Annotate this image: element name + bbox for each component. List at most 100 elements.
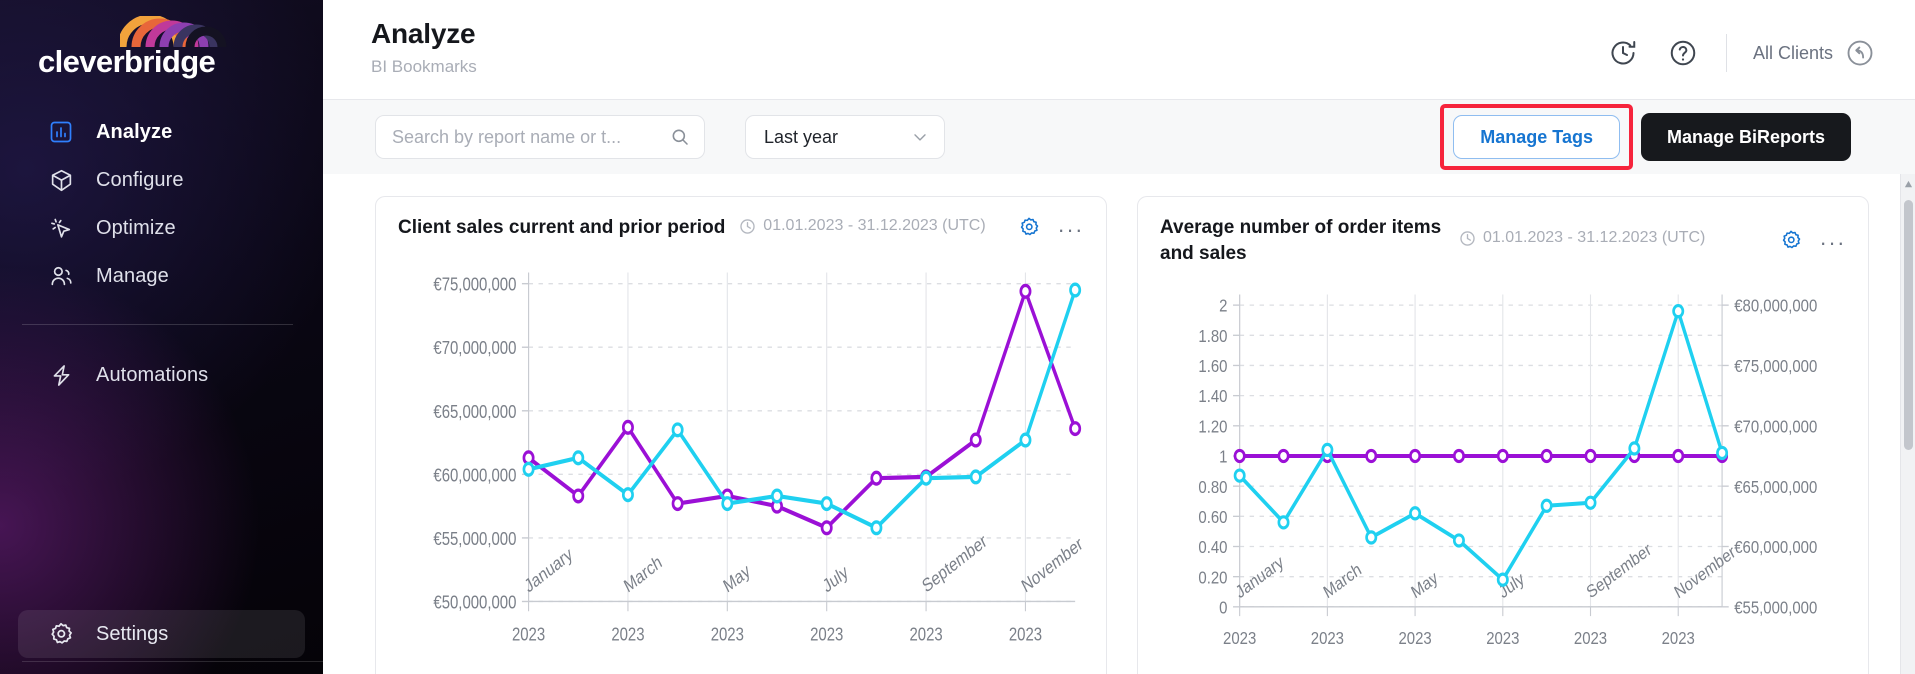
sidebar: cleverbridge Analyze Configure Optimize … bbox=[0, 0, 323, 674]
search-box[interactable] bbox=[375, 115, 705, 159]
cursor-sparkle-icon bbox=[48, 215, 74, 241]
svg-text:2023: 2023 bbox=[909, 624, 942, 645]
bar-chart-icon bbox=[48, 119, 74, 145]
svg-text:€50,000,000: €50,000,000 bbox=[433, 592, 516, 613]
svg-text:2023: 2023 bbox=[1662, 629, 1695, 649]
card-date-range-text: 01.01.2023 - 31.12.2023 (UTC) bbox=[763, 217, 986, 234]
sidebar-item-manage[interactable]: Manage bbox=[18, 252, 305, 300]
report-card-client-sales: Client sales current and prior period 01… bbox=[375, 196, 1107, 674]
question-circle-icon[interactable] bbox=[1666, 36, 1700, 70]
svg-text:€65,000,000: €65,000,000 bbox=[1734, 478, 1817, 498]
manage-bireports-button[interactable]: Manage BiReports bbox=[1640, 113, 1851, 161]
svg-text:September: September bbox=[1584, 540, 1655, 603]
sidebar-nav: Analyze Configure Optimize Manage Automa… bbox=[0, 108, 323, 399]
card-title: Client sales current and prior period bbox=[398, 217, 726, 238]
chart-svg: €50,000,000 €55,000,000 €60,000,000 €65,000… bbox=[433, 272, 1084, 645]
svg-text:July: July bbox=[820, 561, 852, 597]
svg-text:2023: 2023 bbox=[810, 624, 843, 645]
card-date-range: 01.01.2023 - 31.12.2023 (UTC) bbox=[1459, 229, 1705, 247]
svg-text:0.60: 0.60 bbox=[1198, 508, 1227, 528]
page-scrollbar[interactable] bbox=[1900, 174, 1915, 674]
manage-tags-button[interactable]: Manage Tags bbox=[1453, 115, 1620, 159]
chevron-down-icon bbox=[914, 134, 926, 141]
scrollbar-thumb[interactable] bbox=[1904, 200, 1913, 450]
chart-client-sales: €50,000,000 €55,000,000 €60,000,000 €65,000… bbox=[398, 253, 1084, 674]
sidebar-item-settings[interactable]: Settings bbox=[18, 610, 305, 658]
svg-text:€70,000,000: €70,000,000 bbox=[433, 338, 516, 359]
svg-text:1.80: 1.80 bbox=[1198, 327, 1227, 347]
top-divider bbox=[1725, 34, 1727, 72]
chart-y-axis-left: 0 0.20 0.40 0.60 0.80 1 1.20 1.40 1.60 1.80 2 bbox=[1198, 294, 1241, 618]
svg-text:May: May bbox=[720, 560, 753, 597]
report-card-avg-order-items: Average number of order items and sales … bbox=[1137, 196, 1869, 674]
svg-text:2023: 2023 bbox=[1223, 629, 1256, 649]
svg-text:2023: 2023 bbox=[1398, 629, 1431, 649]
chart-series bbox=[1233, 304, 1729, 588]
more-horizontal-icon[interactable]: ··· bbox=[1820, 231, 1846, 253]
bookmarks-grid: Client sales current and prior period 01… bbox=[323, 174, 1915, 674]
svg-text:November: November bbox=[1671, 542, 1738, 602]
svg-text:2023: 2023 bbox=[512, 624, 545, 645]
main-area: Analyze BI Bookmarks All Clients Search … bbox=[323, 0, 1915, 674]
search-input[interactable] bbox=[392, 126, 662, 148]
chart-y-axis: €50,000,000 €55,000,000 €60,000,000 €65,000… bbox=[433, 272, 530, 613]
search-icon[interactable] bbox=[670, 127, 690, 147]
svg-text:€65,000,000: €65,000,000 bbox=[433, 401, 516, 422]
chart-y-axis-right: €55,000,000 €60,000,000 €65,000,000 €70,000… bbox=[1721, 294, 1817, 618]
svg-text:€70,000,000: €70,000,000 bbox=[1734, 418, 1817, 438]
svg-text:€60,000,000: €60,000,000 bbox=[1734, 538, 1817, 558]
sidebar-item-automations[interactable]: Automations bbox=[18, 351, 305, 399]
scroll-up-arrow-icon[interactable] bbox=[1904, 180, 1913, 189]
svg-text:1.20: 1.20 bbox=[1198, 418, 1227, 438]
svg-text:2: 2 bbox=[1219, 297, 1227, 317]
all-clients-switcher[interactable]: All Clients bbox=[1753, 38, 1875, 68]
svg-text:November: November bbox=[1018, 533, 1084, 597]
cube-icon bbox=[48, 167, 74, 193]
chart-x-axis: January2023March2023May2023July2023Septe… bbox=[512, 530, 1084, 645]
period-select-value: Last year bbox=[764, 126, 839, 147]
clock-history-icon[interactable] bbox=[1606, 36, 1640, 70]
svg-text:2023: 2023 bbox=[611, 624, 644, 645]
manage-tags-highlight: Manage Tags bbox=[1440, 104, 1633, 170]
sidebar-divider bbox=[22, 324, 293, 325]
svg-text:0.80: 0.80 bbox=[1198, 478, 1227, 498]
svg-text:0.20: 0.20 bbox=[1198, 568, 1227, 588]
all-clients-label: All Clients bbox=[1752, 42, 1833, 63]
title-block: Analyze BI Bookmarks bbox=[349, 18, 477, 77]
gear-icon[interactable] bbox=[1780, 229, 1802, 256]
svg-text:1.60: 1.60 bbox=[1198, 357, 1227, 377]
period-select[interactable]: Last year bbox=[745, 115, 945, 159]
back-arrow-circle-icon bbox=[1847, 40, 1873, 66]
card-date-range-text: 01.01.2023 - 31.12.2023 (UTC) bbox=[1483, 229, 1706, 246]
svg-text:€60,000,000: €60,000,000 bbox=[433, 465, 516, 486]
sidebar-item-optimize[interactable]: Optimize bbox=[18, 204, 305, 252]
sidebar-item-analyze[interactable]: Analyze bbox=[18, 108, 305, 156]
sidebar-bottom-divider bbox=[22, 661, 323, 662]
top-actions: All Clients bbox=[1606, 18, 1889, 72]
page-title: Analyze bbox=[371, 18, 476, 49]
top-bar: Analyze BI Bookmarks All Clients bbox=[323, 0, 1915, 100]
sidebar-item-label: Automations bbox=[96, 363, 209, 386]
logo[interactable]: cleverbridge bbox=[0, 0, 323, 92]
gear-icon[interactable] bbox=[1018, 216, 1040, 243]
svg-text:2023: 2023 bbox=[711, 624, 744, 645]
sidebar-item-label: Optimize bbox=[96, 216, 176, 239]
svg-text:€80,000,000: €80,000,000 bbox=[1734, 297, 1817, 317]
more-horizontal-icon[interactable]: ··· bbox=[1058, 218, 1084, 240]
sidebar-item-label: Configure bbox=[96, 168, 184, 191]
svg-text:January: January bbox=[522, 543, 576, 597]
card-title: Average number of order items and sales bbox=[1160, 217, 1442, 264]
svg-text:May: May bbox=[1408, 568, 1441, 603]
svg-text:€75,000,000: €75,000,000 bbox=[433, 274, 516, 295]
card-actions: ··· bbox=[1018, 216, 1084, 243]
sidebar-item-configure[interactable]: Configure bbox=[18, 156, 305, 204]
svg-text:€75,000,000: €75,000,000 bbox=[1734, 357, 1817, 377]
chart-svg: 0 0.20 0.40 0.60 0.80 1 1.20 1.40 1.60 1.80 2 €55,… bbox=[1198, 294, 1817, 649]
toolbar-left: Last year bbox=[351, 115, 945, 159]
sidebar-item-label: Analyze bbox=[96, 120, 173, 143]
svg-text:2023: 2023 bbox=[1486, 629, 1519, 649]
clock-icon bbox=[1460, 230, 1475, 246]
gear-icon bbox=[48, 621, 74, 647]
chart-gridlines bbox=[528, 272, 1076, 603]
logo-arc-icon bbox=[120, 16, 227, 48]
